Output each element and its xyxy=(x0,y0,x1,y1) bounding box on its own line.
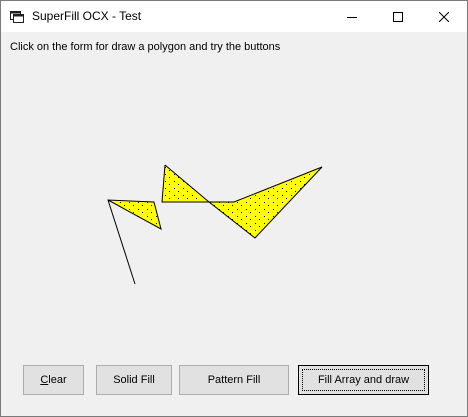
close-button[interactable] xyxy=(421,1,467,32)
close-icon xyxy=(439,12,449,22)
solid-fill-label: Solid Fill xyxy=(113,374,155,386)
solid-fill-button[interactable]: Solid Fill xyxy=(96,365,172,395)
pattern-fill-button[interactable]: Pattern Fill xyxy=(179,365,289,395)
polygon-canvas[interactable] xyxy=(1,32,467,416)
form-client-area[interactable]: Click on the form for draw a polygon and… xyxy=(1,32,467,416)
fill-array-label: Fill Array and draw xyxy=(317,374,410,386)
clear-button-label: lear xyxy=(48,374,67,386)
app-window: SuperFill OCX - Test Click on the form f… xyxy=(0,0,468,417)
minimize-button[interactable] xyxy=(329,1,375,32)
maximize-icon xyxy=(393,12,403,22)
window-title: SuperFill OCX - Test xyxy=(32,9,142,23)
clear-button-accel: C xyxy=(40,374,49,386)
fill-array-and-draw-button[interactable]: Fill Array and draw xyxy=(298,365,429,395)
form-app-icon[interactable] xyxy=(10,10,24,23)
minimize-icon xyxy=(347,17,357,18)
clear-button[interactable]: Clear xyxy=(23,365,84,395)
maximize-button[interactable] xyxy=(375,1,421,32)
pattern-fill-label: Pattern Fill xyxy=(207,374,261,386)
title-bar[interactable]: SuperFill OCX - Test xyxy=(1,1,467,32)
